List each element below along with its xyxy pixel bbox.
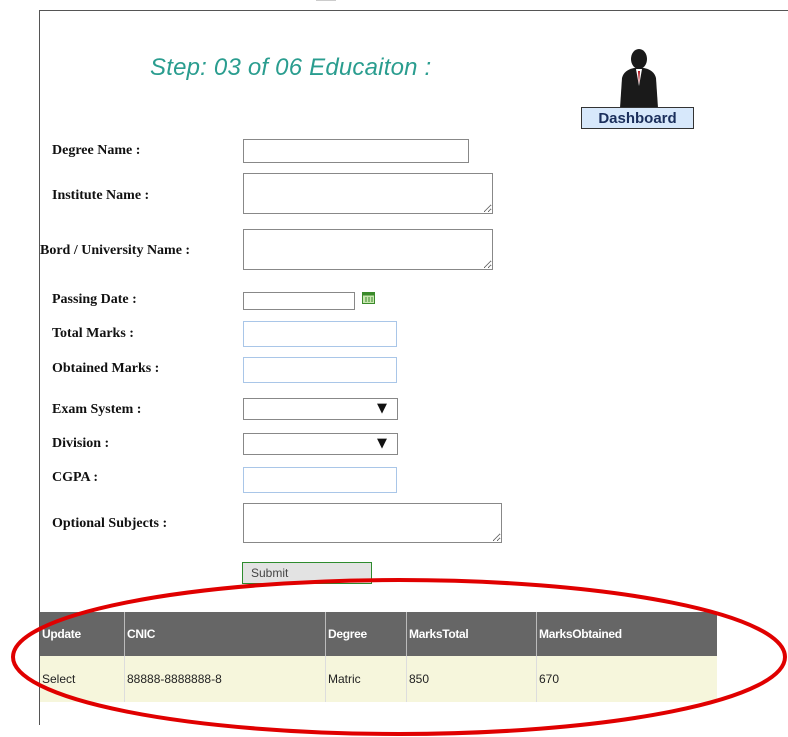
- col-header-cnic: CNIC: [124, 612, 326, 656]
- optional-subjects-input[interactable]: [243, 503, 502, 543]
- passing-date-input[interactable]: [243, 292, 355, 310]
- passing-date-label: Passing Date :: [52, 292, 137, 307]
- degree-name-label: Degree Name :: [52, 143, 141, 158]
- chevron-down-icon: ▼: [377, 401, 387, 416]
- submit-button[interactable]: Submit: [242, 562, 372, 584]
- total-marks-label: Total Marks :: [52, 326, 134, 341]
- cgpa-input[interactable]: [243, 467, 397, 493]
- page-title: Step: 03 of 06 Educaiton :: [150, 54, 432, 81]
- frame-border-top: [39, 10, 788, 11]
- calendar-icon[interactable]: [362, 292, 375, 304]
- select-link[interactable]: Select: [40, 656, 125, 702]
- degree-cell: Matric: [325, 656, 407, 702]
- user-silhouette-icon: [620, 49, 658, 108]
- dashboard-button[interactable]: Dashboard: [581, 107, 694, 129]
- col-header-degree: Degree: [325, 612, 407, 656]
- board-university-label: Bord / University Name :: [40, 243, 191, 258]
- obtained-marks-label: Obtained Marks :: [52, 361, 160, 376]
- exam-system-select[interactable]: ▼: [243, 398, 398, 420]
- table-header-row: Update CNIC Degree MarksTotal MarksObtai…: [40, 612, 717, 656]
- education-table: Update CNIC Degree MarksTotal MarksObtai…: [40, 612, 717, 702]
- table-row: Select 88888-8888888-8 Matric 850 670: [40, 656, 717, 702]
- marks-obtained-cell: 670: [536, 656, 717, 702]
- marks-total-cell: 850: [406, 656, 537, 702]
- optional-subjects-label: Optional Subjects :: [52, 516, 168, 531]
- institute-name-label: Institute Name :: [52, 188, 150, 203]
- col-header-update: Update: [40, 612, 125, 656]
- col-header-marks-obtained: MarksObtained: [536, 612, 717, 656]
- total-marks-input[interactable]: [243, 321, 397, 347]
- cgpa-label: CGPA :: [52, 470, 99, 485]
- board-university-input[interactable]: [243, 229, 493, 270]
- cnic-cell: 88888-8888888-8: [124, 656, 326, 702]
- institute-name-input[interactable]: [243, 173, 493, 214]
- obtained-marks-input[interactable]: [243, 357, 397, 383]
- exam-system-label: Exam System :: [52, 402, 142, 417]
- degree-name-input[interactable]: [243, 139, 469, 163]
- frame-edge: [316, 0, 336, 1]
- chevron-down-icon: ▼: [377, 436, 387, 451]
- division-label: Division :: [52, 436, 110, 451]
- division-select[interactable]: ▼: [243, 433, 398, 455]
- col-header-marks-total: MarksTotal: [406, 612, 537, 656]
